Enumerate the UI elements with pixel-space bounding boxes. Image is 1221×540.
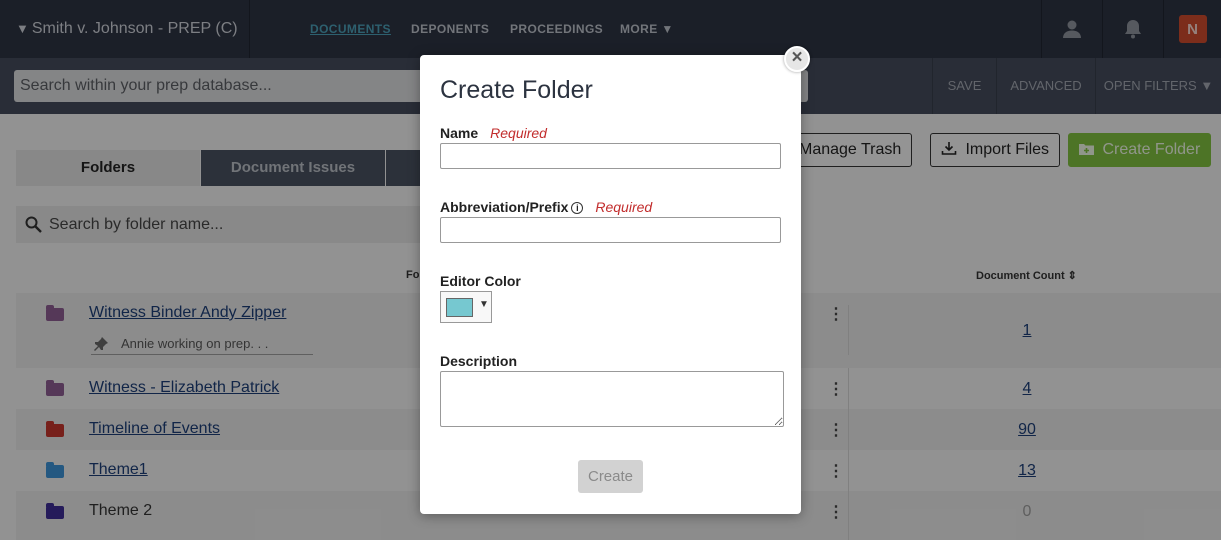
create-folder-dialog: Create Folder Name Required Abbreviation/… [420, 55, 801, 514]
close-icon[interactable]: × [784, 46, 810, 72]
info-icon[interactable]: i [571, 202, 584, 214]
name-input[interactable] [440, 143, 781, 169]
create-button[interactable]: Create [578, 460, 643, 493]
editor-color-label: Editor Color [440, 273, 521, 289]
chevron-down-icon: ▼ [479, 299, 489, 310]
dialog-title: Create Folder [440, 76, 593, 104]
description-label: Description [440, 353, 518, 369]
abbreviation-label-text: Abbreviation/Prefix [440, 199, 569, 215]
abbreviation-field-label: Abbreviation/Prefix i Required [440, 199, 652, 215]
description-textarea[interactable] [440, 371, 784, 427]
color-swatch [446, 298, 473, 317]
name-field-label: Name Required [440, 125, 547, 141]
name-label-text: Name [440, 125, 479, 141]
editor-color-picker[interactable]: ▼ [440, 291, 492, 323]
required-indicator: Required [490, 125, 547, 141]
abbreviation-input[interactable] [440, 217, 781, 243]
required-indicator: Required [595, 199, 653, 215]
